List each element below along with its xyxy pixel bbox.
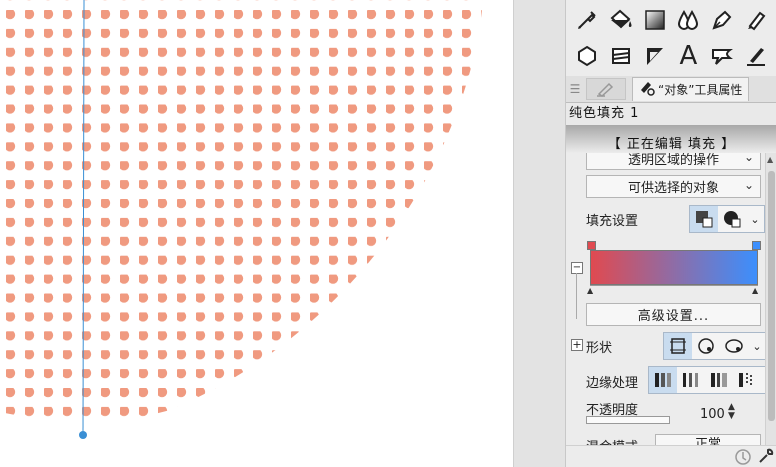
panel-menu-icon[interactable]: ☰ bbox=[566, 82, 584, 96]
opacity-slider[interactable] bbox=[586, 416, 670, 424]
object-tool-icon bbox=[639, 80, 655, 100]
sub-tool-icon bbox=[597, 82, 614, 97]
chevron-down-icon[interactable]: ⌄ bbox=[748, 333, 765, 359]
shape-label: 形状 bbox=[586, 341, 613, 356]
scroll-up-icon[interactable]: ▲ bbox=[767, 155, 773, 164]
property-list: 透明区域的操作 ⌄ 可供选择的对象 ⌄ 填充设置 ⌄ ▲ ▲ − 高级设置... bbox=[566, 153, 765, 445]
transparent-area-value: 透明区域的操作 bbox=[627, 153, 719, 168]
panel-bottom-bar bbox=[566, 445, 776, 467]
edge-blend-icon[interactable] bbox=[705, 367, 733, 393]
reset-icon[interactable] bbox=[734, 448, 752, 467]
halftone-fill bbox=[0, 0, 483, 422]
chevron-down-icon[interactable]: ⌄ bbox=[746, 206, 764, 232]
selectable-objects-select[interactable]: 可供选择的对象 ⌄ bbox=[586, 175, 761, 198]
gradient-stop-end[interactable] bbox=[752, 241, 761, 250]
wrench-icon[interactable] bbox=[757, 447, 775, 467]
tool-row-2: A bbox=[566, 38, 776, 74]
pen-nib-icon[interactable] bbox=[707, 5, 737, 35]
ruler-triangle-icon[interactable] bbox=[640, 41, 670, 71]
blend-mode-value: 正常 bbox=[694, 437, 721, 445]
scroll-thumb[interactable] bbox=[768, 171, 775, 421]
eyedropper-icon[interactable] bbox=[572, 5, 602, 35]
halftone-canvas-svg[interactable] bbox=[0, 0, 513, 467]
fill-settings-label: 填充设置 bbox=[586, 214, 639, 229]
transparent-area-select[interactable]: 透明区域的操作 ⌄ bbox=[586, 153, 761, 170]
circle-shape-icon[interactable] bbox=[692, 333, 720, 359]
panel-tab-row: ☰ “对象”工具属性 bbox=[566, 76, 776, 103]
opacity-value[interactable]: 100 bbox=[700, 407, 725, 422]
blend-mode-label: 混合模式 bbox=[586, 436, 638, 445]
tab-sub-tool[interactable] bbox=[586, 78, 626, 100]
edge-hard-icon[interactable] bbox=[649, 367, 677, 393]
property-scrollbar[interactable]: ▲ bbox=[765, 153, 776, 445]
chevron-down-icon: ⌄ bbox=[743, 153, 754, 164]
edge-soft-icon[interactable] bbox=[677, 367, 705, 393]
blend-mode-select[interactable]: 正常 bbox=[655, 434, 761, 445]
collapse-icon[interactable]: − bbox=[571, 262, 583, 274]
ellipse-shape-icon[interactable] bbox=[720, 333, 748, 359]
tab-tool-property[interactable]: “对象”工具属性 bbox=[632, 77, 750, 101]
chevron-down-icon: ⌄ bbox=[743, 178, 754, 192]
tab-tool-property-label: “对象”工具属性 bbox=[658, 83, 743, 97]
gradient-scale: ▲ ▲ bbox=[587, 285, 758, 295]
frame-border-icon[interactable] bbox=[606, 41, 636, 71]
scale-marker-right[interactable]: ▲ bbox=[752, 286, 758, 295]
balloon-icon[interactable] bbox=[707, 41, 737, 71]
shape-group: ⌄ bbox=[663, 332, 765, 360]
edge-group: ⌄ bbox=[648, 366, 765, 394]
tool-property-panel: A ☰ “对象”工具属性 纯色填充 1 【 正在编辑 填充 】 透明区域的操作 … bbox=[565, 0, 776, 467]
drawing-canvas[interactable] bbox=[0, 0, 513, 467]
advanced-settings-label: 高级设置... bbox=[637, 309, 710, 324]
scale-marker-left[interactable]: ▲ bbox=[587, 286, 593, 295]
fill-layer-color-icon[interactable] bbox=[690, 206, 718, 232]
blend-drops-icon[interactable] bbox=[673, 5, 703, 35]
fill-object-color-icon[interactable] bbox=[718, 206, 746, 232]
gradient-icon[interactable] bbox=[640, 5, 670, 35]
canvas-side-strip bbox=[513, 0, 565, 467]
edge-label: 边缘处理 bbox=[586, 376, 639, 391]
layer-title: 纯色填充 1 bbox=[566, 103, 776, 125]
expand-icon[interactable]: + bbox=[571, 339, 583, 351]
guide-handle[interactable] bbox=[79, 431, 87, 439]
rectangle-shape-icon[interactable] bbox=[664, 333, 692, 359]
text-icon[interactable]: A bbox=[673, 41, 703, 71]
correction-line-icon[interactable] bbox=[741, 41, 771, 71]
edge-dither-icon[interactable] bbox=[733, 367, 761, 393]
gradient-stop-start[interactable] bbox=[587, 241, 596, 250]
paint-bucket-icon[interactable] bbox=[606, 5, 636, 35]
fill-settings-group: ⌄ bbox=[689, 205, 765, 233]
marker-icon[interactable] bbox=[741, 5, 771, 35]
selectable-objects-value: 可供选择的对象 bbox=[627, 181, 719, 196]
spinner-icon[interactable]: ▲ ▼ bbox=[728, 403, 735, 421]
tree-connector bbox=[576, 273, 577, 319]
advanced-settings-button[interactable]: 高级设置... bbox=[586, 303, 761, 326]
gradient-preview[interactable] bbox=[590, 250, 758, 285]
tool-row-1 bbox=[566, 2, 776, 38]
editing-banner: 【 正在编辑 填充 】 bbox=[566, 125, 776, 153]
polygon-icon[interactable] bbox=[572, 41, 602, 71]
